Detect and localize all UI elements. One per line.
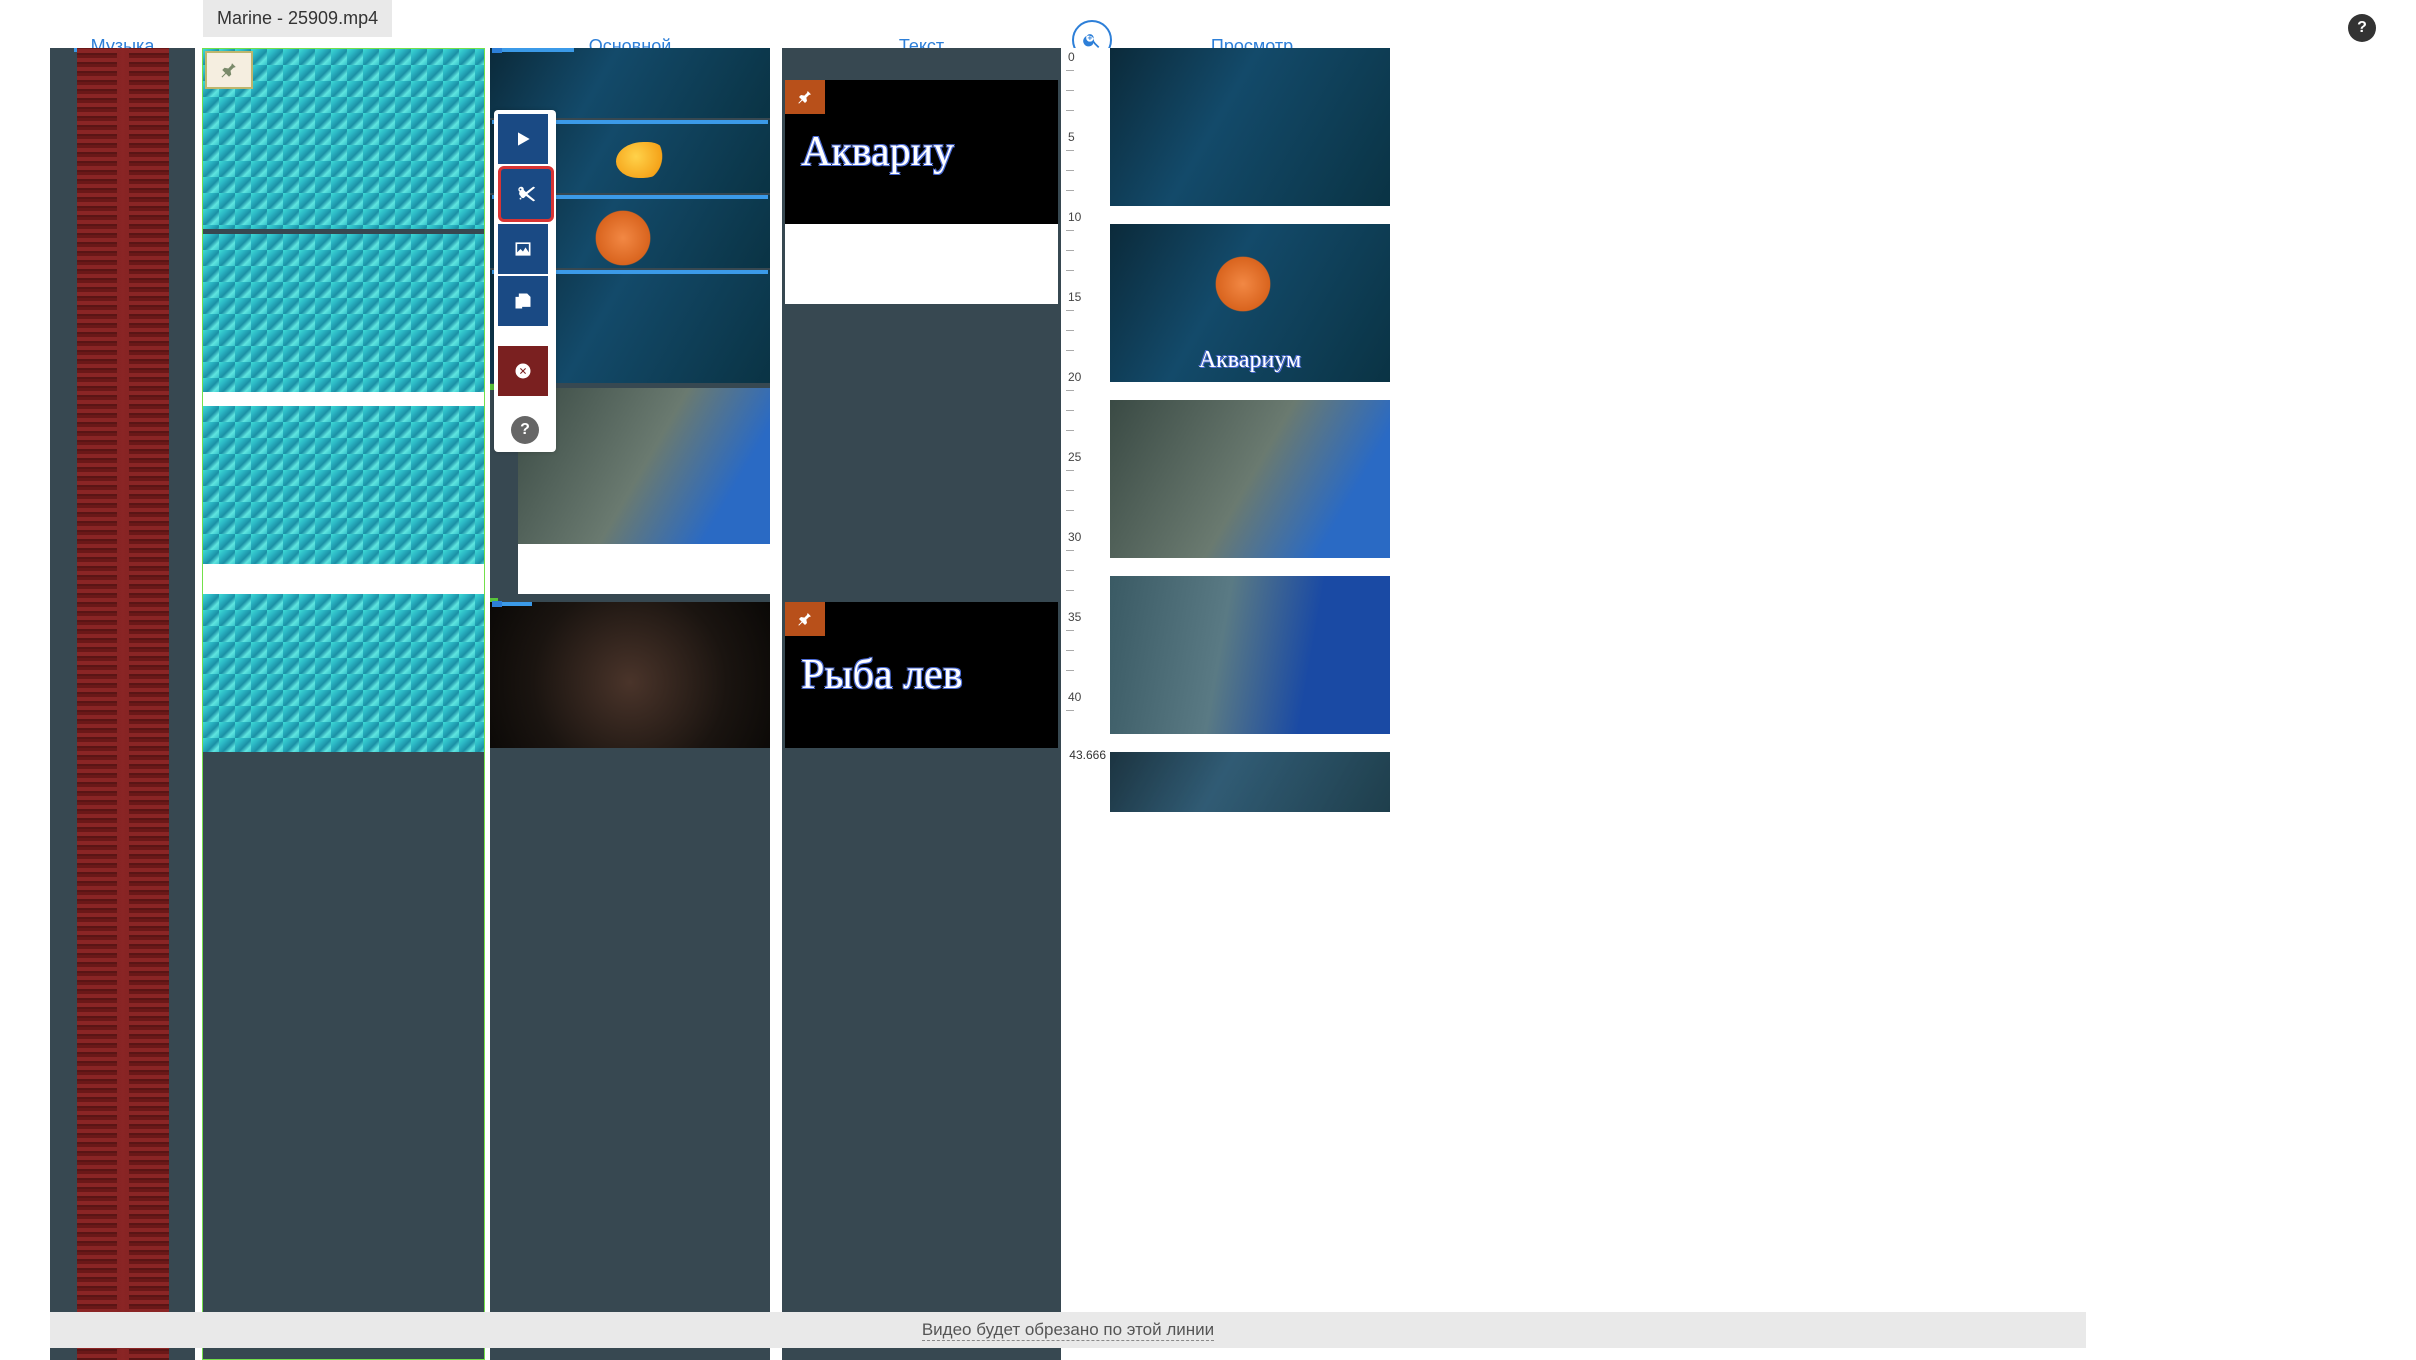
help-icon: ? (2357, 19, 2367, 37)
preview-column: Аквариум (1110, 48, 1394, 1360)
video-frame[interactable] (203, 594, 484, 752)
ruler-tick: 15 (1064, 290, 1081, 304)
text-clip[interactable]: Рыба лев (785, 602, 1058, 748)
preview-thumbnail[interactable]: Аквариум (1110, 224, 1390, 382)
clip-progress (492, 602, 532, 606)
preview-thumbnail[interactable] (1110, 48, 1390, 206)
play-icon (513, 129, 533, 149)
text-clip[interactable]: Аквариу (785, 80, 1058, 224)
image-button[interactable] (498, 224, 548, 274)
clip-gap (518, 544, 770, 594)
filename-chip[interactable]: Marine - 25909.mp4 (203, 0, 392, 37)
text-clip-content: Рыба лев (785, 651, 963, 699)
main-clip[interactable] (490, 602, 770, 748)
text-clip-content: Аквариу (785, 128, 954, 176)
pin-icon (797, 89, 813, 105)
zoom-in-icon (1082, 30, 1102, 50)
copy-button[interactable] (498, 276, 548, 326)
audio-waveform[interactable] (83, 48, 163, 1360)
header: Музыка Marine - 25909.mp4 Основной Текст… (0, 0, 2416, 48)
ruler-tick: 0 (1064, 50, 1075, 64)
main-clip[interactable] (490, 48, 770, 118)
pin-clip-button[interactable] (205, 51, 253, 89)
track-video-selected[interactable] (202, 48, 485, 1360)
timeline-tracks: ? Аквариу (0, 48, 2416, 1360)
clip-progress (492, 48, 574, 52)
track-text[interactable]: Аквариу Рыба лев (782, 48, 1061, 1360)
pin-icon (797, 611, 813, 627)
pin-text-button[interactable] (785, 80, 825, 114)
track-music[interactable] (50, 48, 195, 1360)
preview-overlay-text: Аквариум (1110, 347, 1390, 374)
delete-icon (514, 362, 532, 380)
video-frame[interactable] (203, 234, 484, 392)
ruler-end: 43.666 (1069, 748, 1106, 1360)
ruler-tick: 30 (1064, 530, 1081, 544)
help-button[interactable]: ? (2348, 14, 2376, 42)
delete-button[interactable] (498, 346, 548, 396)
ruler-tick: 25 (1064, 450, 1081, 464)
ruler-tick: 10 (1064, 210, 1081, 224)
scissors-icon (515, 183, 537, 205)
text-clip-tail (785, 224, 1058, 304)
image-icon (513, 239, 533, 259)
clip-tool-panel: ? (494, 110, 556, 452)
clip-help-button[interactable]: ? (511, 416, 539, 444)
trim-line-label[interactable]: Видео будет обрезано по этой линии (922, 1320, 1214, 1341)
play-button[interactable] (498, 114, 548, 164)
pin-icon (220, 61, 238, 79)
preview-thumbnail[interactable] (1110, 752, 1390, 812)
ruler-tick: 20 (1064, 370, 1081, 384)
pin-text-button[interactable] (785, 602, 825, 636)
help-icon: ? (520, 421, 530, 439)
preview-thumbnail[interactable] (1110, 576, 1390, 734)
cut-button[interactable] (498, 166, 554, 222)
ruler-tick: 40 (1064, 690, 1081, 704)
clip-gap (203, 392, 484, 406)
clip-gap (203, 564, 484, 594)
video-frame[interactable] (203, 406, 484, 564)
time-ruler: 0 5 10 15 20 25 30 35 40 43.666 (1064, 48, 1108, 1360)
trim-footer: Видео будет обрезано по этой линии (50, 1312, 2086, 1348)
preview-thumbnail[interactable] (1110, 400, 1390, 558)
ruler-tick: 5 (1064, 130, 1075, 144)
ruler-tick: 35 (1064, 610, 1081, 624)
copy-icon (513, 291, 533, 311)
